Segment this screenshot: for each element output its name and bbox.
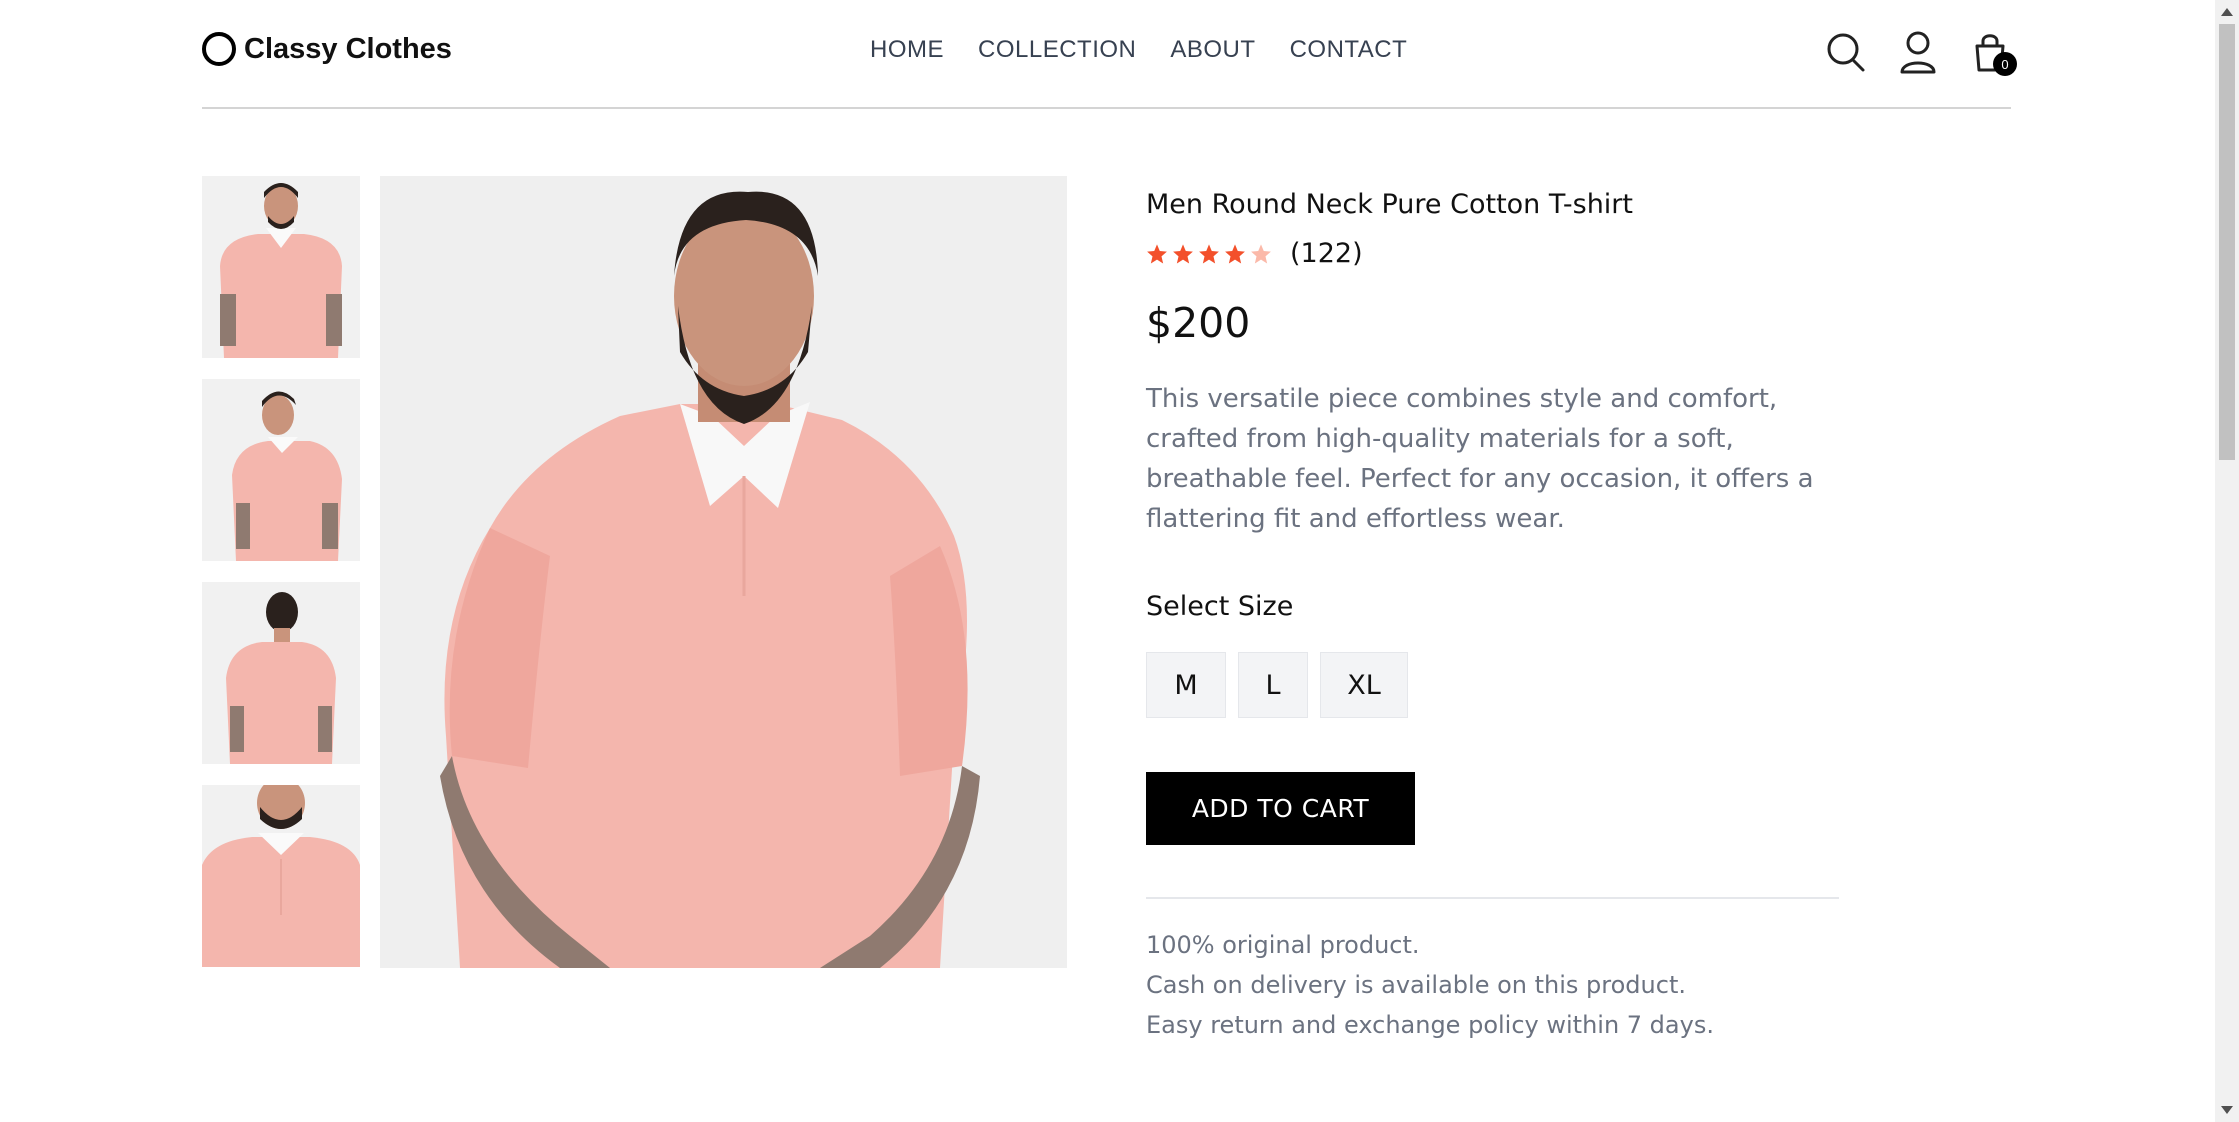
section-divider [1146, 897, 1839, 899]
product-price: $200 [1146, 299, 1251, 347]
product-description: This versatile piece combines style and … [1146, 384, 1814, 534]
size-options: M L XL [1146, 652, 1839, 718]
nav-contact[interactable]: CONTACT [1290, 36, 1408, 64]
nav-about[interactable]: ABOUT [1170, 36, 1255, 64]
policy-cod: Cash on delivery is available on this pr… [1146, 971, 1686, 999]
scroll-up-arrow-icon[interactable] [2221, 8, 2233, 16]
thumbnail-image-2[interactable] [202, 379, 360, 561]
brand-name: Classy Clothes [244, 32, 452, 65]
policy-original: 100% original product. [1146, 931, 1420, 959]
star-icon [1251, 243, 1271, 263]
thumbnail-image-4[interactable] [202, 785, 360, 967]
star-rating [1146, 243, 1276, 265]
thumbnail-image-1[interactable] [202, 176, 360, 358]
review-count: (122) [1290, 238, 1363, 269]
add-to-cart-button[interactable]: ADD TO CART [1146, 772, 1415, 845]
scroll-down-arrow-icon[interactable] [2221, 1106, 2233, 1114]
size-option-xl[interactable]: XL [1320, 652, 1408, 718]
product-rating: (122) [1146, 238, 1839, 269]
scrollbar-thumb[interactable] [2219, 24, 2235, 460]
star-icon [1173, 243, 1193, 263]
cart-count-badge: 0 [1993, 52, 2017, 76]
star-icon [1225, 243, 1245, 263]
thumbnail-list [202, 176, 360, 988]
site-header: Classy Clothes HOME COLLECTION ABOUT CON… [202, 0, 2017, 109]
product-title: Men Round Neck Pure Cotton T-shirt [1146, 189, 1633, 220]
thumbnail-image-3[interactable] [202, 582, 360, 764]
search-icon[interactable] [1825, 30, 1867, 74]
nav-home[interactable]: HOME [870, 36, 944, 64]
product-policies: 100% original product. Cash on delivery … [1146, 925, 1839, 1045]
page-scrollbar[interactable] [2215, 0, 2239, 1122]
logo-ring-icon [202, 32, 236, 66]
star-icon [1199, 243, 1219, 263]
product-info: Men Round Neck Pure Cotton T-shirt (122)… [1146, 176, 1839, 1045]
star-icon [1147, 243, 1167, 263]
nav-collection[interactable]: COLLECTION [978, 36, 1136, 64]
product-page: Classy Clothes HOME COLLECTION ABOUT CON… [0, 0, 2215, 1122]
policy-return: Easy return and exchange policy within 7… [1146, 1011, 1714, 1039]
size-label: Select Size [1146, 591, 1294, 622]
user-icon[interactable] [1897, 30, 1939, 74]
shopping-bag-icon[interactable]: 0 [1969, 30, 2017, 76]
main-nav: HOME COLLECTION ABOUT CONTACT [870, 36, 1441, 64]
size-option-l[interactable]: L [1238, 652, 1308, 718]
header-actions: 0 [1795, 30, 2017, 76]
size-option-m[interactable]: M [1146, 652, 1226, 718]
brand-logo[interactable]: Classy Clothes [202, 32, 452, 66]
main-product-image [380, 176, 1067, 968]
